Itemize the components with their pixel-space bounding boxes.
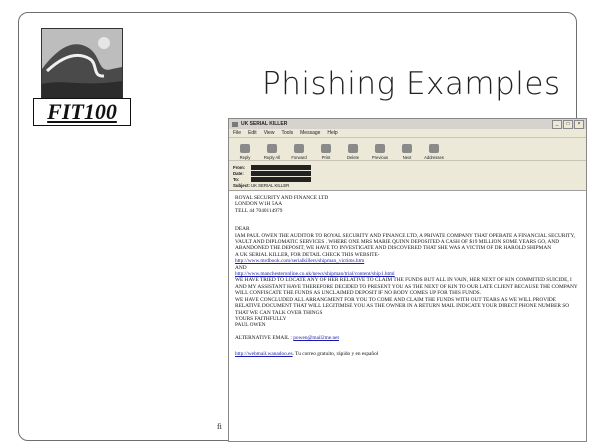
reply-all-button[interactable]: Reply All bbox=[260, 140, 284, 160]
delete-label: Delete bbox=[346, 155, 360, 160]
paragraph-3: WE HAVE TRIED TO LOCATE ANY OF HER RELAT… bbox=[235, 277, 578, 297]
print-icon bbox=[321, 144, 331, 153]
email-screenshot: UK SERIAL KILLER _ □ × File Edit View To… bbox=[228, 118, 587, 442]
reply-icon bbox=[240, 144, 250, 153]
subject-value: UK SERIAL KILLER bbox=[251, 182, 290, 188]
print-label: Print bbox=[321, 155, 331, 160]
from-value-redacted bbox=[251, 164, 311, 170]
reply-button[interactable]: Reply bbox=[233, 140, 257, 160]
close-icon[interactable]: × bbox=[574, 120, 584, 129]
reply-all-label: Reply All bbox=[263, 155, 281, 160]
paragraph-4: WE HAVE CONCLUDED ALL ARRANGMENT FOR YOU… bbox=[235, 296, 570, 316]
footer-fragment: fi bbox=[217, 422, 222, 431]
next-button[interactable]: Next bbox=[395, 140, 419, 160]
forward-icon bbox=[294, 144, 304, 153]
date-label: Date: bbox=[233, 170, 244, 176]
toolbar: Reply Reply All Forward Print Delete Pre… bbox=[229, 137, 586, 161]
delete-icon bbox=[348, 144, 358, 153]
reply-label: Reply bbox=[239, 155, 251, 160]
alt-email-link[interactable]: powen@mail2me.net bbox=[293, 335, 339, 341]
next-label: Next bbox=[402, 155, 412, 160]
message-headers: From: Date: To: Subject: UK SERIAL KILLER bbox=[229, 161, 586, 191]
wave-image bbox=[41, 28, 123, 100]
mail-icon bbox=[232, 121, 238, 127]
previous-icon bbox=[375, 144, 385, 153]
menu-view[interactable]: View bbox=[264, 130, 275, 136]
footer-text: . Tu correo gratuito, rápido y en españo… bbox=[292, 351, 379, 358]
menu-bar: File Edit View Tools Message Help bbox=[229, 129, 586, 137]
menu-help[interactable]: Help bbox=[327, 130, 337, 136]
paragraph-1: IAM PAUL OWEN THE AUDITOR TO ROYAL SECUR… bbox=[235, 232, 575, 252]
maximize-icon[interactable]: □ bbox=[563, 120, 573, 129]
addresses-label: Addresses bbox=[424, 155, 444, 160]
to-label: To: bbox=[233, 176, 240, 182]
menu-message[interactable]: Message bbox=[300, 130, 320, 136]
menu-edit[interactable]: Edit bbox=[248, 130, 257, 136]
addresses-icon bbox=[429, 144, 439, 153]
fit100-logo: FIT100 bbox=[33, 28, 131, 126]
date-value-redacted bbox=[251, 170, 311, 176]
delete-button[interactable]: Delete bbox=[341, 140, 365, 160]
forward-label: Forward bbox=[291, 155, 307, 160]
window-title: UK SERIAL KILLER bbox=[241, 121, 288, 127]
next-icon bbox=[402, 144, 412, 153]
minimize-icon[interactable]: _ bbox=[552, 120, 562, 129]
alt-email-label: ALTERNATIVE EMAIL : bbox=[235, 334, 292, 341]
footer-link[interactable]: http://webmail.wanadoo.es bbox=[235, 351, 293, 357]
reply-all-icon bbox=[267, 144, 277, 153]
addresses-button[interactable]: Addresses bbox=[422, 140, 446, 160]
from-label: From: bbox=[233, 164, 246, 170]
footer-line: http://webmail.wanadoo.es. Tu correo gra… bbox=[235, 351, 580, 357]
to-value-redacted bbox=[251, 176, 311, 182]
subject-label: Subject: bbox=[233, 182, 250, 188]
print-button[interactable]: Print bbox=[314, 140, 338, 160]
message-body: ROYAL SECURITY AND FINANCE LTD LONDON W1… bbox=[229, 191, 586, 362]
menu-file[interactable]: File bbox=[233, 130, 241, 136]
previous-label: Previous bbox=[371, 155, 389, 160]
menu-tools[interactable]: Tools bbox=[281, 130, 293, 136]
previous-button[interactable]: Previous bbox=[368, 140, 392, 160]
slide-title: Phishing Examples bbox=[262, 66, 561, 102]
header-subject: Subject: UK SERIAL KILLER bbox=[233, 182, 586, 188]
logo-text: FIT100 bbox=[33, 98, 131, 126]
forward-button[interactable]: Forward bbox=[287, 140, 311, 160]
window-titlebar: UK SERIAL KILLER _ □ × bbox=[229, 119, 586, 129]
